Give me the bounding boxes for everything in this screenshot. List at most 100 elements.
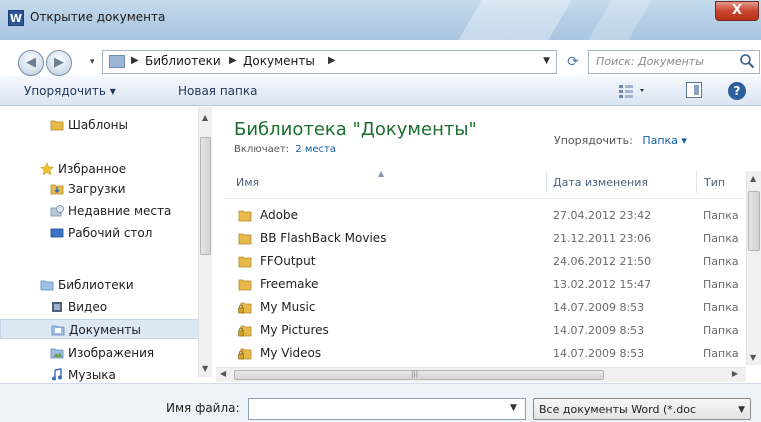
scroll-right-arrow-icon[interactable]: ▶	[732, 369, 738, 378]
breadcrumb-documents[interactable]: Документы	[243, 54, 315, 68]
back-button[interactable]: ◀	[18, 50, 44, 76]
nav-item-music[interactable]: Музыка	[0, 365, 200, 385]
nav-item-recent-places[interactable]: Недавние места	[0, 201, 200, 221]
new-folder-button[interactable]: Новая папка	[178, 84, 257, 98]
scroll-down-arrow-icon[interactable]: ▼	[202, 364, 208, 373]
search-box[interactable]: Поиск: Документы	[588, 50, 760, 74]
nav-item-templates[interactable]: Шаблоны	[0, 115, 200, 135]
nav-item-video[interactable]: Видео	[0, 297, 200, 317]
file-type: Папка	[703, 232, 739, 245]
file-name: My Videos	[260, 346, 322, 360]
file-row[interactable]: My Videos 14.07.2009 8:53 Папка	[216, 342, 756, 365]
arrange-by-dropdown[interactable]: Папка ▾	[642, 134, 687, 147]
nav-item-label: Музыка	[68, 368, 116, 382]
nav-item-favorites[interactable]: Избранное	[0, 159, 200, 179]
search-icon[interactable]	[739, 53, 755, 69]
file-row[interactable]: Freemake 13.02.2012 15:47 Папка	[216, 273, 756, 296]
preview-pane-icon[interactable]	[686, 82, 702, 98]
nav-item-label: Загрузки	[68, 182, 126, 196]
file-list-pane: Библиотека "Документы" Включает: 2 места…	[216, 107, 761, 382]
folder-icon	[238, 256, 252, 268]
file-type: Папка	[703, 255, 739, 268]
locked-folder-icon	[238, 348, 252, 360]
downloads-folder-icon	[50, 184, 64, 195]
title-bar[interactable]: W Открытие документа X	[0, 0, 761, 40]
column-header-date[interactable]: Дата изменения	[553, 176, 648, 189]
scrollbar-thumb[interactable]	[234, 370, 604, 380]
command-bar: Упорядочить ▾ Новая папка ?	[0, 76, 761, 106]
file-name: FFOutput	[260, 254, 316, 268]
file-row[interactable]: BB FlashBack Movies 21.12.2011 23:06 Пап…	[216, 227, 756, 250]
address-dropdown-icon[interactable]: ▼	[543, 56, 550, 66]
scroll-left-arrow-icon[interactable]: ◀	[220, 369, 226, 378]
file-list-vertical-scrollbar[interactable]: ▲ ▼	[746, 171, 761, 365]
scroll-up-arrow-icon[interactable]: ▲	[202, 113, 208, 122]
file-type: Папка	[703, 324, 739, 337]
folder-icon	[238, 279, 252, 291]
nav-item-label: Видео	[68, 300, 108, 314]
music-library-icon	[52, 368, 62, 381]
breadcrumb-separator-icon[interactable]: ▶	[229, 55, 237, 66]
libraries-icon	[40, 280, 54, 291]
help-icon[interactable]: ?	[728, 82, 746, 100]
address-bar[interactable]: ▶ Библиотеки ▶ Документы ▶ ▼	[102, 50, 557, 74]
nav-item-libraries[interactable]: Библиотеки	[0, 275, 200, 295]
open-document-dialog: W Открытие документа X ◀ ▶ ▾ ▶ Библиотек…	[0, 0, 761, 422]
column-header-type[interactable]: Тип	[704, 176, 725, 189]
file-name: Adobe	[260, 208, 298, 222]
file-date: 24.06.2012 21:50	[553, 255, 652, 268]
file-row[interactable]: Adobe 27.04.2012 23:42 Папка	[216, 204, 756, 227]
file-name: My Music	[260, 300, 316, 314]
file-list-horizontal-scrollbar[interactable]: ◀ ||| ▶	[216, 367, 746, 382]
file-type: Папка	[703, 347, 739, 360]
scroll-down-arrow-icon[interactable]: ▼	[750, 353, 756, 362]
desktop-icon	[50, 228, 64, 238]
library-includes: Включает: 2 места	[234, 144, 336, 155]
file-name-label: Имя файла:	[166, 401, 240, 415]
arrow-left-icon: ◀	[26, 55, 36, 70]
file-name-input[interactable]	[248, 398, 526, 420]
window-title: Открытие документа	[30, 10, 166, 24]
file-name-dropdown-icon[interactable]: ▼	[510, 403, 517, 413]
breadcrumb-separator-icon[interactable]: ▶	[328, 55, 336, 66]
nav-item-documents[interactable]: Документы	[0, 319, 200, 339]
column-divider[interactable]	[546, 171, 547, 193]
file-type: Папка	[703, 301, 739, 314]
close-button[interactable]: X	[715, 1, 759, 21]
file-row[interactable]: FFOutput 24.06.2012 21:50 Папка	[216, 250, 756, 273]
file-type-filter-select[interactable]: Все документы Word (*.doc ▼	[533, 398, 751, 420]
nav-item-desktop[interactable]: Рабочий стол	[0, 223, 200, 243]
forward-button[interactable]: ▶	[46, 50, 72, 76]
nav-item-label: Рабочий стол	[68, 226, 153, 240]
refresh-button[interactable]: ⟳	[562, 51, 584, 73]
column-header-name[interactable]: Имя	[236, 176, 259, 189]
breadcrumb-separator-icon[interactable]: ▶	[131, 55, 139, 66]
file-name: BB FlashBack Movies	[260, 231, 387, 245]
folder-icon	[238, 233, 252, 245]
file-name-bar: Имя файла: ▼ Все документы Word (*.doc ▼	[0, 383, 761, 422]
scroll-up-arrow-icon[interactable]: ▲	[750, 174, 756, 183]
nav-item-downloads[interactable]: Загрузки	[0, 179, 200, 199]
nav-item-pictures[interactable]: Изображения	[0, 343, 200, 363]
title-bar-decoration	[588, 0, 652, 40]
recent-pages-dropdown[interactable]: ▾	[90, 57, 95, 67]
scrollbar-thumb[interactable]	[200, 137, 211, 255]
includes-locations-link[interactable]: 2 места	[295, 144, 336, 155]
word-app-icon: W	[8, 10, 24, 26]
scrollbar-thumb[interactable]	[748, 191, 760, 251]
video-library-icon	[52, 302, 62, 312]
arrange-by: Упорядочить: Папка ▾	[554, 134, 687, 147]
file-row[interactable]: My Pictures 14.07.2009 8:53 Папка	[216, 319, 756, 342]
breadcrumb-libraries[interactable]: Библиотеки	[145, 54, 221, 68]
recent-places-icon	[50, 205, 64, 217]
file-date: 14.07.2009 8:53	[553, 347, 645, 360]
locked-folder-icon	[238, 302, 252, 314]
change-view-icon[interactable]	[618, 83, 648, 99]
search-input[interactable]: Поиск: Документы	[596, 55, 704, 68]
navigation-pane-scrollbar[interactable]: ▲ ▼	[198, 107, 212, 377]
column-divider[interactable]	[696, 171, 697, 193]
file-type: Папка	[703, 278, 739, 291]
chevron-down-icon: ▼	[738, 405, 745, 415]
organize-menu-button[interactable]: Упорядочить ▾	[24, 84, 116, 98]
file-row[interactable]: My Music 14.07.2009 8:53 Папка	[216, 296, 756, 319]
